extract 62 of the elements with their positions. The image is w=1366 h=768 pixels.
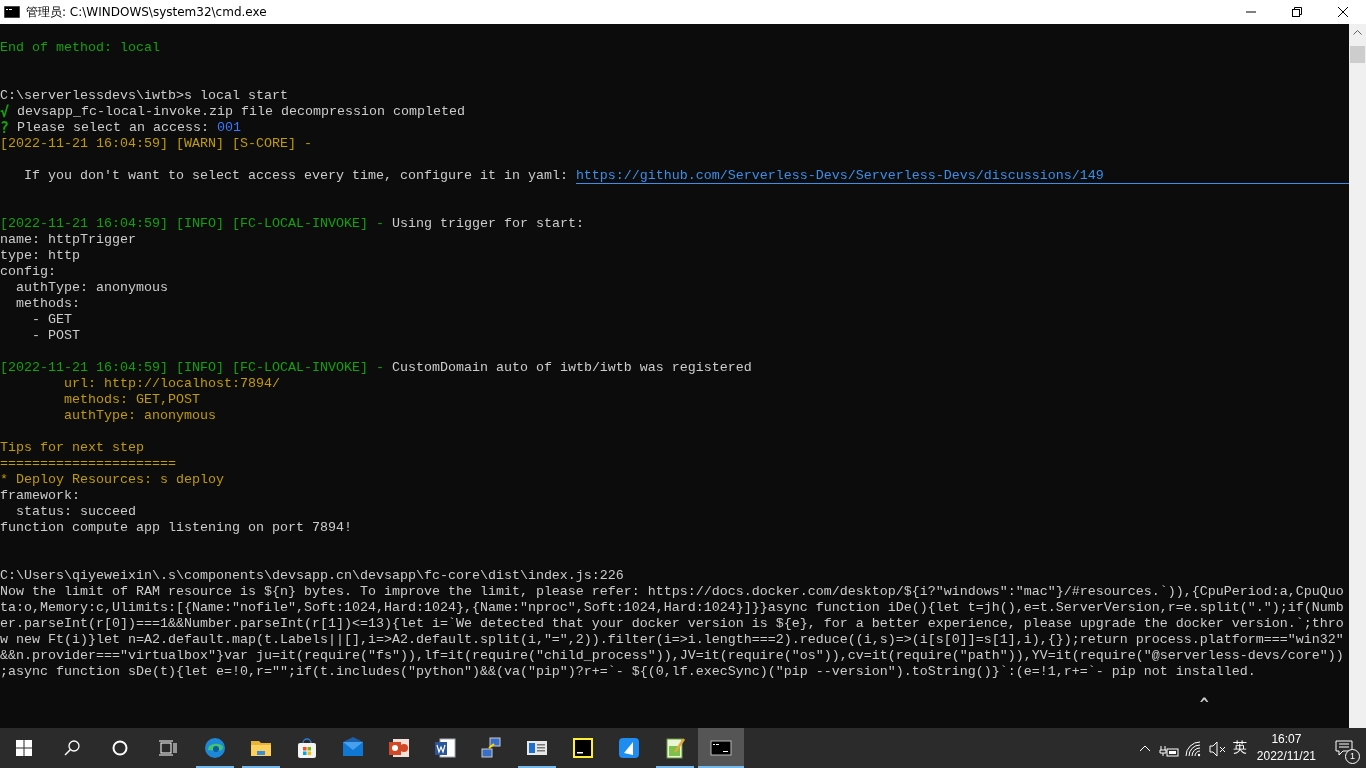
console-text: - GET <box>32 312 72 328</box>
console-text: CustomDomain auto of iwtb/iwtb was registered <box>391 360 752 376</box>
console-text: w new Ft(i)}let n=A2.default.map(t.Labels||[],i=>A2.default.split(i,"=",2)).filter(i=>i.length===2).reduce((i,s)=>(i[s[0]]=s[1],i),{});return process.platform==="win32" <box>0 632 1344 648</box>
task-view-icon <box>159 740 177 756</box>
ide-app-icon <box>571 736 595 760</box>
input-method-button[interactable]: 英 <box>1228 728 1251 768</box>
console-text: ? <box>0 120 10 136</box>
console-text: authType: anonymous <box>64 408 216 424</box>
console-text: authType: anonymous <box>16 280 168 296</box>
console-text: ====================== <box>0 456 176 472</box>
console-text: ta:o,Memory:c,Ulimits:[{Name:"nofile",Soft:1024,Hard:1024},{Name:"nproc",Soft:1024,Hard:1024}]}}async function iDe(){let t=jh(),e=t.ServerVersion,r=e.split(".");if(Numb <box>0 600 1344 616</box>
presentation-app-icon <box>387 736 411 760</box>
scroll-up-icon[interactable] <box>1353 30 1362 35</box>
four-squares-logo-icon <box>16 740 32 756</box>
document-app-icon <box>433 736 457 760</box>
console-app-icon <box>4 6 20 18</box>
scrollbar[interactable] <box>1349 24 1366 728</box>
console-text: name: httpTrigger <box>0 232 136 248</box>
console-text: C:\Users\qiyeweixin\.s\components\devsapp.cn\devsapp\fc-core\dist\index.js:226 <box>0 568 624 584</box>
window-title: 管理员: C:\WINDOWS\system32\cmd.exe <box>26 3 268 21</box>
console-text: 001 <box>217 120 241 136</box>
console-text: [2022-11-21 16:04:59] [INFO] [FC-LOCAL-INVOKE] - <box>0 360 385 376</box>
notepad-icon <box>663 736 687 760</box>
console-text: url: http://localhost:7894/ <box>64 376 280 392</box>
console-text: Now the limit of RAM resource is ${n} bytes. To improve the limit, please refer: https://docs.docker.com/desktop/${i?"windows":"mac"}/#resources.`)),{CpuPeriod:a,CpuQuo <box>0 584 1344 600</box>
circle-icon <box>112 740 128 756</box>
search-icon <box>64 740 80 756</box>
console-text: Using trigger for start: <box>391 216 584 232</box>
console-text: [2022-11-21 16:04:59] [WARN] [S-CORE] - <box>0 136 312 152</box>
console-text: ^ <box>1199 696 1209 712</box>
console-text: [2022-11-21 16:04:59] [INFO] [FC-LOCAL-INVOKE] - <box>0 216 385 232</box>
console-text: config: <box>0 264 56 280</box>
browser-icon <box>203 736 227 760</box>
console-text: function compute app listening on port 7894! <box>0 520 352 536</box>
link[interactable]: https://github.com/Serverless-Devs/Serverless-Devs/discussions/149 <box>575 168 1349 184</box>
console-text: status: succeed <box>16 504 136 520</box>
console-text: C:\serverlessdevs\iwtb>s local start <box>0 88 288 104</box>
console-text: ;async function sDe(t){let e=!0,r="";if(t.includes("python")&&(va("pip")?r+=`- ${(0,lf.execSync)("pip --version").toString()}`:(e=!1,r+=`- pip not installed. <box>0 664 1256 680</box>
console-text: devsapp_fc-local-invoke.zip file decompression completed <box>17 104 465 120</box>
taskbar-app-button[interactable] <box>698 728 744 768</box>
console-text: Tips for next step <box>0 440 144 456</box>
console-text: * Deploy Resources: s deploy <box>0 472 224 488</box>
scroll-thumb[interactable] <box>1350 46 1365 63</box>
console-text: methods: <box>16 296 80 312</box>
console-text: End of method: local <box>0 40 160 56</box>
networked-computers-icon <box>479 736 503 760</box>
restore-icon <box>1292 7 1302 17</box>
notification-count: 1 <box>1345 749 1360 764</box>
console-text: type: http <box>0 248 80 264</box>
notifications-button[interactable]: 1 <box>1322 728 1366 768</box>
console-text: - POST <box>32 328 80 344</box>
console-text: er.parseInt(r[0])===1&&Number.parseInt(r[1])<=13){let i=`We detected that your docker version is ${e}, for a better experience, please upgrade the docker version.`;thro <box>0 616 1344 632</box>
console-text: framework: <box>0 488 80 504</box>
console-text: methods: GET,POST <box>64 392 200 408</box>
console-text: √ <box>0 104 10 120</box>
notification-icon <box>1335 739 1353 757</box>
close-icon <box>1338 7 1348 17</box>
console-text: Please select an access: <box>17 120 210 136</box>
clock[interactable]: 16:07 2022/11/21 <box>1250 731 1322 765</box>
shopping-bag-icon <box>295 736 319 760</box>
console-text: If you don't want to select access every time, configure it in yaml: <box>24 168 569 184</box>
console-text: &&n.provider==="virtualbox"}var ju=it(require("fs")),lf=it(require("child_process")),JV=it(require("os")),cv=it(require("path")),YV=it(require("@serverless-devs/core")) <box>0 648 1344 664</box>
